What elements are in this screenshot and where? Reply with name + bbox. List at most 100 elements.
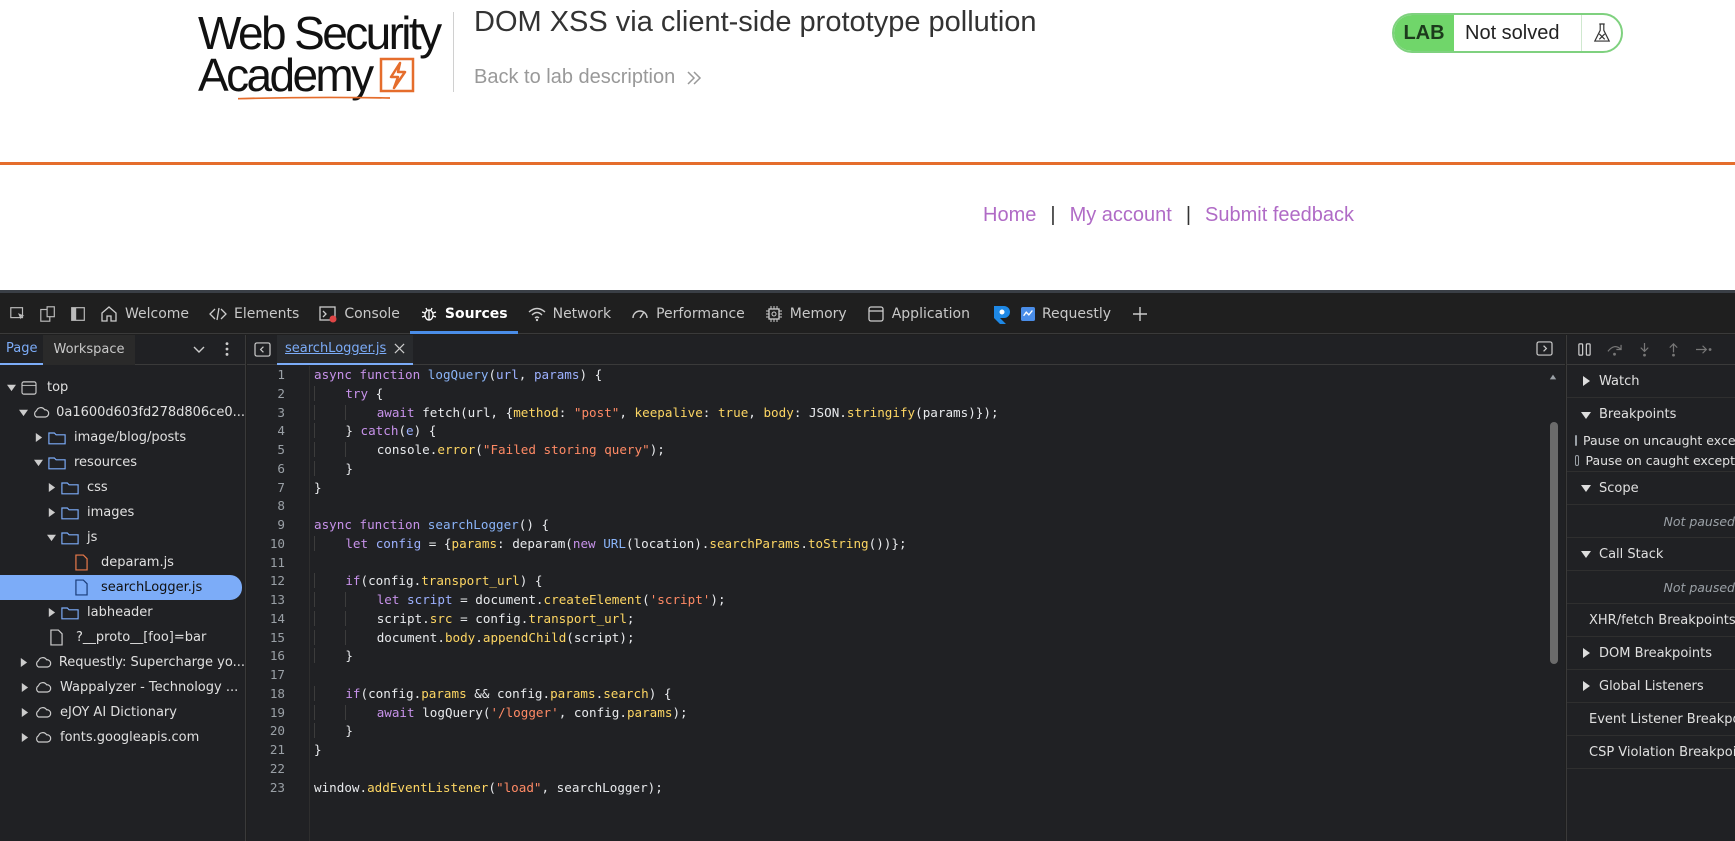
line-number[interactable]: 13	[247, 591, 307, 610]
dock-side-icon[interactable]	[66, 302, 90, 326]
global-listeners-section-header[interactable]: Global Listeners	[1567, 670, 1735, 703]
tab-console[interactable]: Console	[309, 294, 410, 334]
line-number[interactable]: 15	[247, 629, 307, 648]
expanded-arrow-icon	[45, 533, 57, 542]
line-number[interactable]: 19	[247, 704, 307, 723]
tab-welcome[interactable]: Welcome	[90, 294, 199, 334]
step-icon[interactable]	[1695, 342, 1712, 357]
expanded-arrow-icon	[32, 458, 44, 467]
tree-item-origin[interactable]: 0a1600d603fd278d806ce0...	[0, 400, 245, 425]
tree-item-top[interactable]: top	[0, 375, 245, 400]
tree-item-wappalyzer[interactable]: Wappalyzer - Technology ...	[0, 675, 245, 700]
tree-item-proto-document[interactable]: ?__proto__[foo]=bar	[0, 625, 245, 650]
plus-icon	[1133, 306, 1147, 321]
web-security-academy-logo[interactable]: Web Security Academy	[198, 10, 450, 102]
tab-sources[interactable]: Sources	[409, 294, 518, 334]
checkbox-box[interactable]	[1575, 455, 1580, 466]
tree-item-searchlogger-js[interactable]: searchLogger.js	[0, 575, 242, 600]
step-into-icon[interactable]	[1637, 342, 1652, 357]
breakpoints-section-header[interactable]: Breakpoints	[1567, 398, 1735, 431]
tab-requestly[interactable]: Requestly	[980, 294, 1121, 334]
tree-item-deparam-js[interactable]: deparam.js	[0, 550, 245, 575]
line-number[interactable]: 4	[247, 422, 307, 441]
editor-tab-searchlogger[interactable]: searchLogger.js	[277, 334, 414, 365]
line-number[interactable]: 18	[247, 685, 307, 704]
line-number[interactable]: 16	[247, 647, 307, 666]
tree-item-labheader[interactable]: labheader	[0, 600, 245, 625]
toggle-navigator-icon[interactable]	[247, 342, 277, 357]
tab-workspace[interactable]: Workspace	[43, 334, 135, 365]
toggle-debugger-icon[interactable]	[1536, 341, 1553, 360]
device-emulation-icon[interactable]	[36, 302, 60, 326]
line-number[interactable]: 20	[247, 722, 307, 741]
double-chevron-right-icon	[687, 70, 702, 85]
add-tab-button[interactable]	[1121, 294, 1159, 334]
tree-item-ejoy[interactable]: eJOY AI Dictionary	[0, 700, 245, 725]
call-stack-section-header[interactable]: Call Stack	[1567, 538, 1735, 571]
line-number[interactable]: 1	[247, 366, 307, 385]
tab-network[interactable]: Network	[518, 294, 621, 334]
checkbox-label: Pause on uncaught exce	[1583, 433, 1735, 448]
line-number[interactable]: 14	[247, 610, 307, 629]
back-to-lab-description-link[interactable]: Back to lab description	[474, 66, 703, 89]
tree-item-images[interactable]: images	[0, 500, 245, 525]
tab-application[interactable]: Application	[857, 294, 980, 334]
inspect-element-icon[interactable]	[6, 302, 30, 326]
line-number[interactable]: 21	[247, 741, 307, 760]
line-number[interactable]: 17	[247, 666, 307, 685]
csp-violation-breakpoints-section-header[interactable]: CSP Violation Breakpoi	[1567, 736, 1735, 769]
tab-label: Console	[344, 305, 400, 322]
tab-elements[interactable]: Elements	[199, 294, 309, 334]
close-icon[interactable]	[394, 343, 405, 354]
line-number[interactable]: 2	[247, 385, 307, 404]
nav-submit-feedback-link[interactable]: Submit feedback	[1205, 204, 1354, 227]
event-listener-breakpoints-section-header[interactable]: Event Listener Breakpoi	[1567, 703, 1735, 736]
line-number[interactable]: 9	[247, 516, 307, 535]
line-number[interactable]: 10	[247, 535, 307, 554]
tree-label: ?__proto__[foo]=bar	[76, 630, 207, 645]
watch-section-header[interactable]: Watch	[1567, 365, 1735, 398]
line-number[interactable]: 11	[247, 554, 307, 573]
tree-item-css[interactable]: css	[0, 475, 245, 500]
tree-item-image-blog-posts[interactable]: image/blog/posts	[0, 425, 245, 450]
line-number[interactable]: 8	[247, 497, 307, 516]
scope-section-header[interactable]: Scope	[1567, 472, 1735, 505]
editor-scrollbar-thumb[interactable]	[1550, 422, 1558, 664]
xhr-breakpoints-section-header[interactable]: XHR/fetch Breakpoints	[1567, 604, 1735, 637]
code-line: try {	[314, 385, 999, 404]
pause-uncaught-checkbox[interactable]: Pause on uncaught exce	[1567, 431, 1735, 450]
nav-my-account-link[interactable]: My account	[1070, 204, 1172, 227]
tree-item-fonts-googleapis[interactable]: fonts.googleapis.com	[0, 725, 245, 750]
tree-item-resources[interactable]: resources	[0, 450, 245, 475]
line-number[interactable]: 12	[247, 572, 307, 591]
tree-item-requestly[interactable]: Requestly: Supercharge yo...	[0, 650, 245, 675]
line-number[interactable]: 3	[247, 404, 307, 423]
chevron-down-icon[interactable]	[192, 342, 206, 360]
web-page: Web Security Academy DOM XSS via client-…	[0, 0, 1735, 290]
code-area[interactable]: 1 2 3 4 5 6 7 8 9 10 11 12 13 14 15 16 1…	[247, 366, 1565, 841]
line-number[interactable]: 22	[247, 760, 307, 779]
line-number[interactable]: 6	[247, 460, 307, 479]
checkbox-box[interactable]	[1575, 435, 1577, 446]
editor-tab-label: searchLogger.js	[285, 341, 387, 356]
pause-icon[interactable]	[1577, 342, 1592, 357]
tree-item-js[interactable]: js	[0, 525, 245, 550]
line-number[interactable]: 5	[247, 441, 307, 460]
scroll-up-arrow-icon[interactable]	[1548, 373, 1558, 381]
frame-icon	[21, 379, 41, 397]
tab-performance[interactable]: Performance	[621, 294, 755, 334]
step-out-icon[interactable]	[1666, 342, 1681, 357]
pause-caught-checkbox[interactable]: Pause on caught except	[1567, 450, 1735, 472]
dom-breakpoints-section-header[interactable]: DOM Breakpoints	[1567, 637, 1735, 670]
tab-label: Application	[891, 305, 970, 322]
tab-memory[interactable]: Memory	[755, 294, 857, 334]
step-over-icon[interactable]	[1606, 342, 1623, 357]
line-number[interactable]: 23	[247, 779, 307, 798]
more-options-icon[interactable]	[224, 341, 230, 361]
nav-home-link[interactable]: Home	[983, 204, 1036, 227]
tab-page[interactable]: Page	[0, 335, 44, 365]
cloud-icon	[34, 729, 54, 747]
line-number[interactable]: 7	[247, 479, 307, 498]
